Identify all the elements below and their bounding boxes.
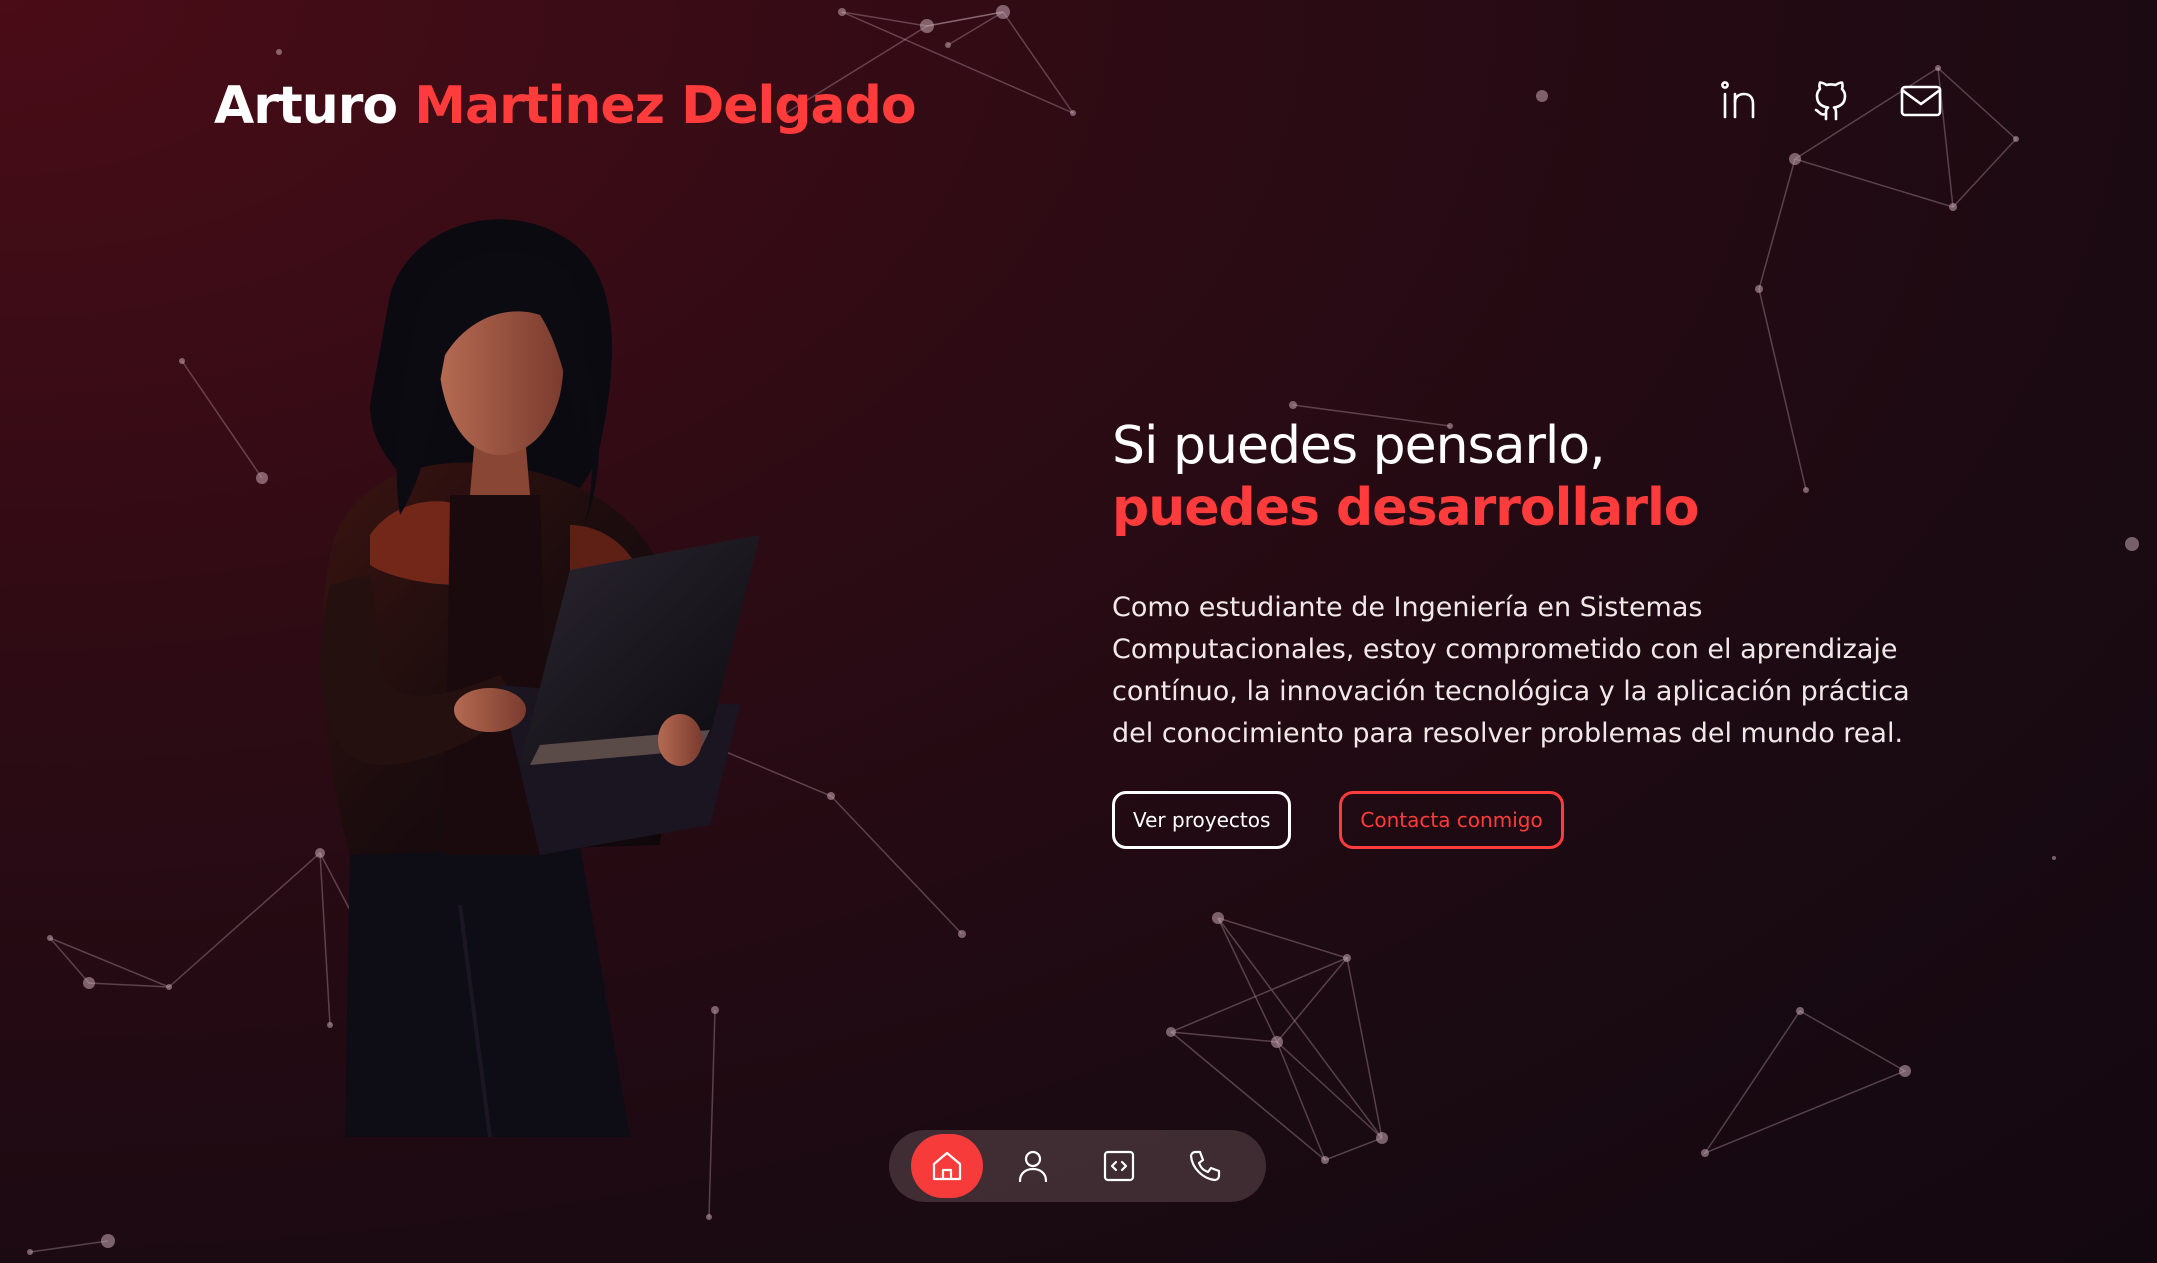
code-icon — [1103, 1150, 1135, 1182]
github-icon — [1814, 81, 1847, 121]
contact-me-button[interactable]: Contacta conmigo — [1339, 791, 1564, 849]
hero-actions: Ver proyectos Contacta conmigo — [1112, 791, 1992, 849]
portrait-illustration — [320, 219, 760, 1137]
phone-icon — [1189, 1150, 1221, 1182]
hero-headline: Si puedes pensarlo, puedes desarrollarlo — [1112, 415, 1992, 539]
linkedin-icon — [1721, 81, 1755, 119]
site-title-first: Arturo — [214, 76, 398, 136]
hero-section: Si puedes pensarlo, puedes desarrollarlo… — [1112, 415, 1992, 849]
nav-home[interactable] — [911, 1134, 983, 1198]
social-links — [1718, 78, 1944, 124]
hero-description: Como estudiante de Ingeniería en Sistema… — [1112, 592, 1910, 749]
view-projects-button[interactable]: Ver proyectos — [1112, 791, 1292, 849]
mail-icon — [1900, 85, 1942, 117]
email-link[interactable] — [1898, 78, 1944, 124]
linkedin-link[interactable] — [1718, 78, 1764, 124]
user-icon — [1018, 1150, 1048, 1183]
bottom-navigation — [889, 1130, 1266, 1202]
github-link[interactable] — [1808, 78, 1854, 124]
hero-headline-line2: puedes desarrollarlo — [1112, 478, 1700, 538]
site-title[interactable]: Arturo Martinez Delgado — [214, 72, 917, 140]
home-icon — [932, 1151, 962, 1181]
nav-about[interactable] — [997, 1134, 1069, 1198]
site-title-last: Martinez Delgado — [414, 76, 916, 136]
hero-headline-line1: Si puedes pensarlo, — [1112, 416, 1606, 476]
nav-projects[interactable] — [1083, 1134, 1155, 1198]
nav-contact[interactable] — [1169, 1134, 1241, 1198]
